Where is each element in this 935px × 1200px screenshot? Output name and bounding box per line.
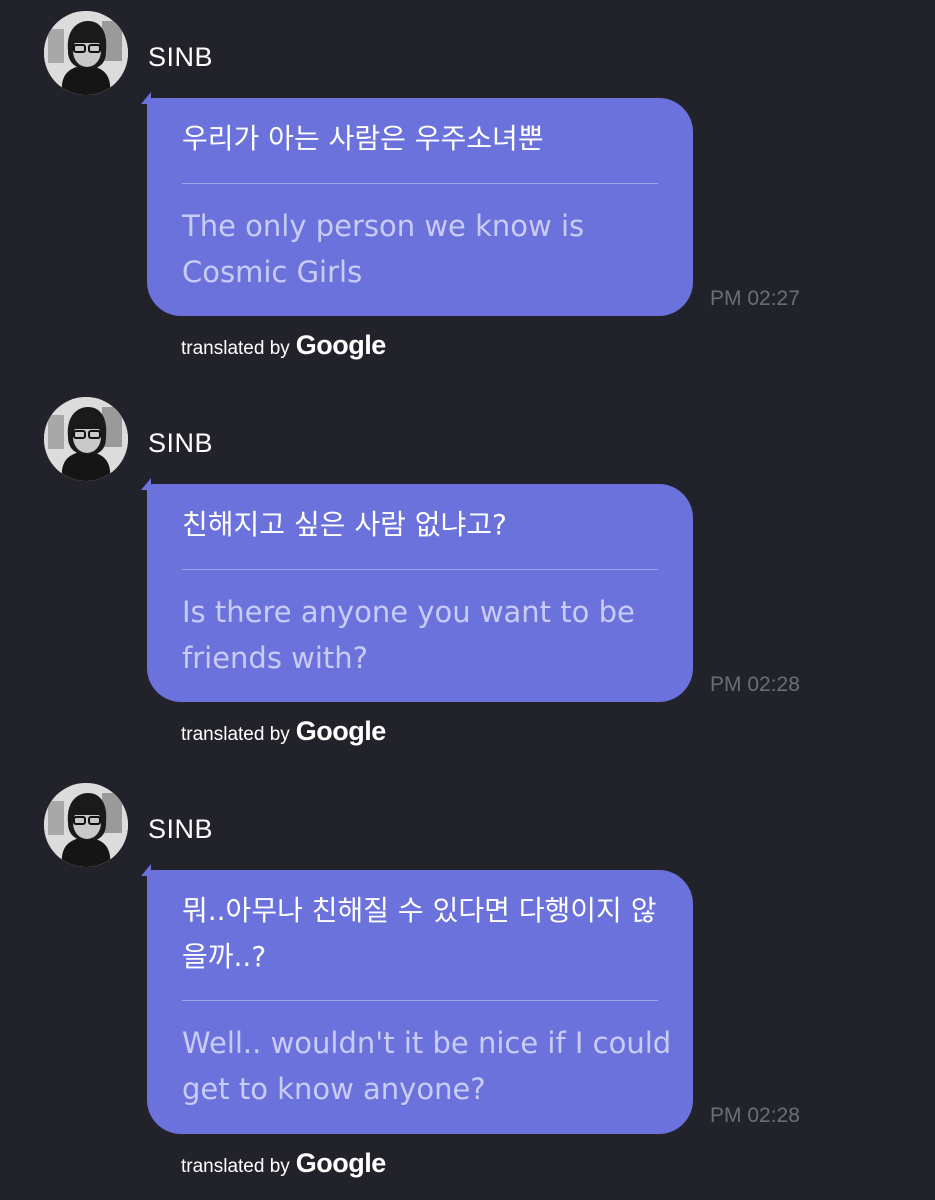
message-bubble[interactable]: 뭐..아무나 친해질 수 있다면 다행이지 않을까..? Well.. woul… [141, 864, 693, 1134]
google-logo: Google [295, 1148, 387, 1178]
profile-photo-icon [44, 397, 128, 481]
profile-photo-icon [44, 783, 128, 867]
bubble-tail [141, 864, 151, 876]
avatar[interactable] [44, 11, 128, 95]
message-timestamp: PM 02:28 [710, 673, 800, 696]
divider [182, 183, 658, 184]
translated-by-google: translated by Google [181, 716, 386, 747]
avatar[interactable] [44, 783, 128, 867]
message-1: SINB 우리가 아는 사람은 우주소녀뿐 The only person we… [0, 0, 935, 386]
sender-name: SINB [148, 814, 214, 844]
original-message-text: 친해지고 싶은 사람 없냐고? [182, 508, 507, 541]
translated-message-text: Well.. wouldn't it be nice if I could ge… [182, 1026, 672, 1106]
translated-by-google: translated by Google [181, 330, 386, 361]
translated-by-label: translated by [181, 338, 290, 359]
message-timestamp: PM 02:27 [710, 287, 800, 310]
message-2: SINB 친해지고 싶은 사람 없냐고? Is there anyone you… [0, 386, 935, 772]
bubble-tail [141, 92, 151, 104]
bubble-tail [141, 478, 151, 490]
avatar[interactable] [44, 397, 128, 481]
google-logo: Google [295, 716, 387, 746]
message-timestamp: PM 02:28 [710, 1104, 800, 1127]
original-message-text: 우리가 아는 사람은 우주소녀뿐 [182, 122, 544, 155]
translated-by-label: translated by [181, 724, 290, 745]
divider [182, 1000, 658, 1001]
translated-message-text: Is there anyone you want to be friends w… [182, 595, 635, 675]
translated-message-text: The only person we know is Cosmic Girls [182, 209, 585, 289]
translated-by-google: translated by Google [181, 1148, 386, 1179]
original-message-text: 뭐..아무나 친해질 수 있다면 다행이지 않을까..? [182, 894, 657, 973]
divider [182, 569, 658, 570]
message-bubble[interactable]: 우리가 아는 사람은 우주소녀뿐 The only person we know… [141, 92, 693, 316]
sender-name: SINB [148, 42, 214, 72]
message-3: SINB 뭐..아무나 친해질 수 있다면 다행이지 않을까..? Well..… [0, 772, 935, 1200]
sender-name: SINB [148, 428, 214, 458]
google-logo: Google [295, 330, 387, 360]
message-bubble[interactable]: 친해지고 싶은 사람 없냐고? Is there anyone you want… [141, 478, 693, 702]
profile-photo-icon [44, 11, 128, 95]
translated-by-label: translated by [181, 1156, 290, 1177]
